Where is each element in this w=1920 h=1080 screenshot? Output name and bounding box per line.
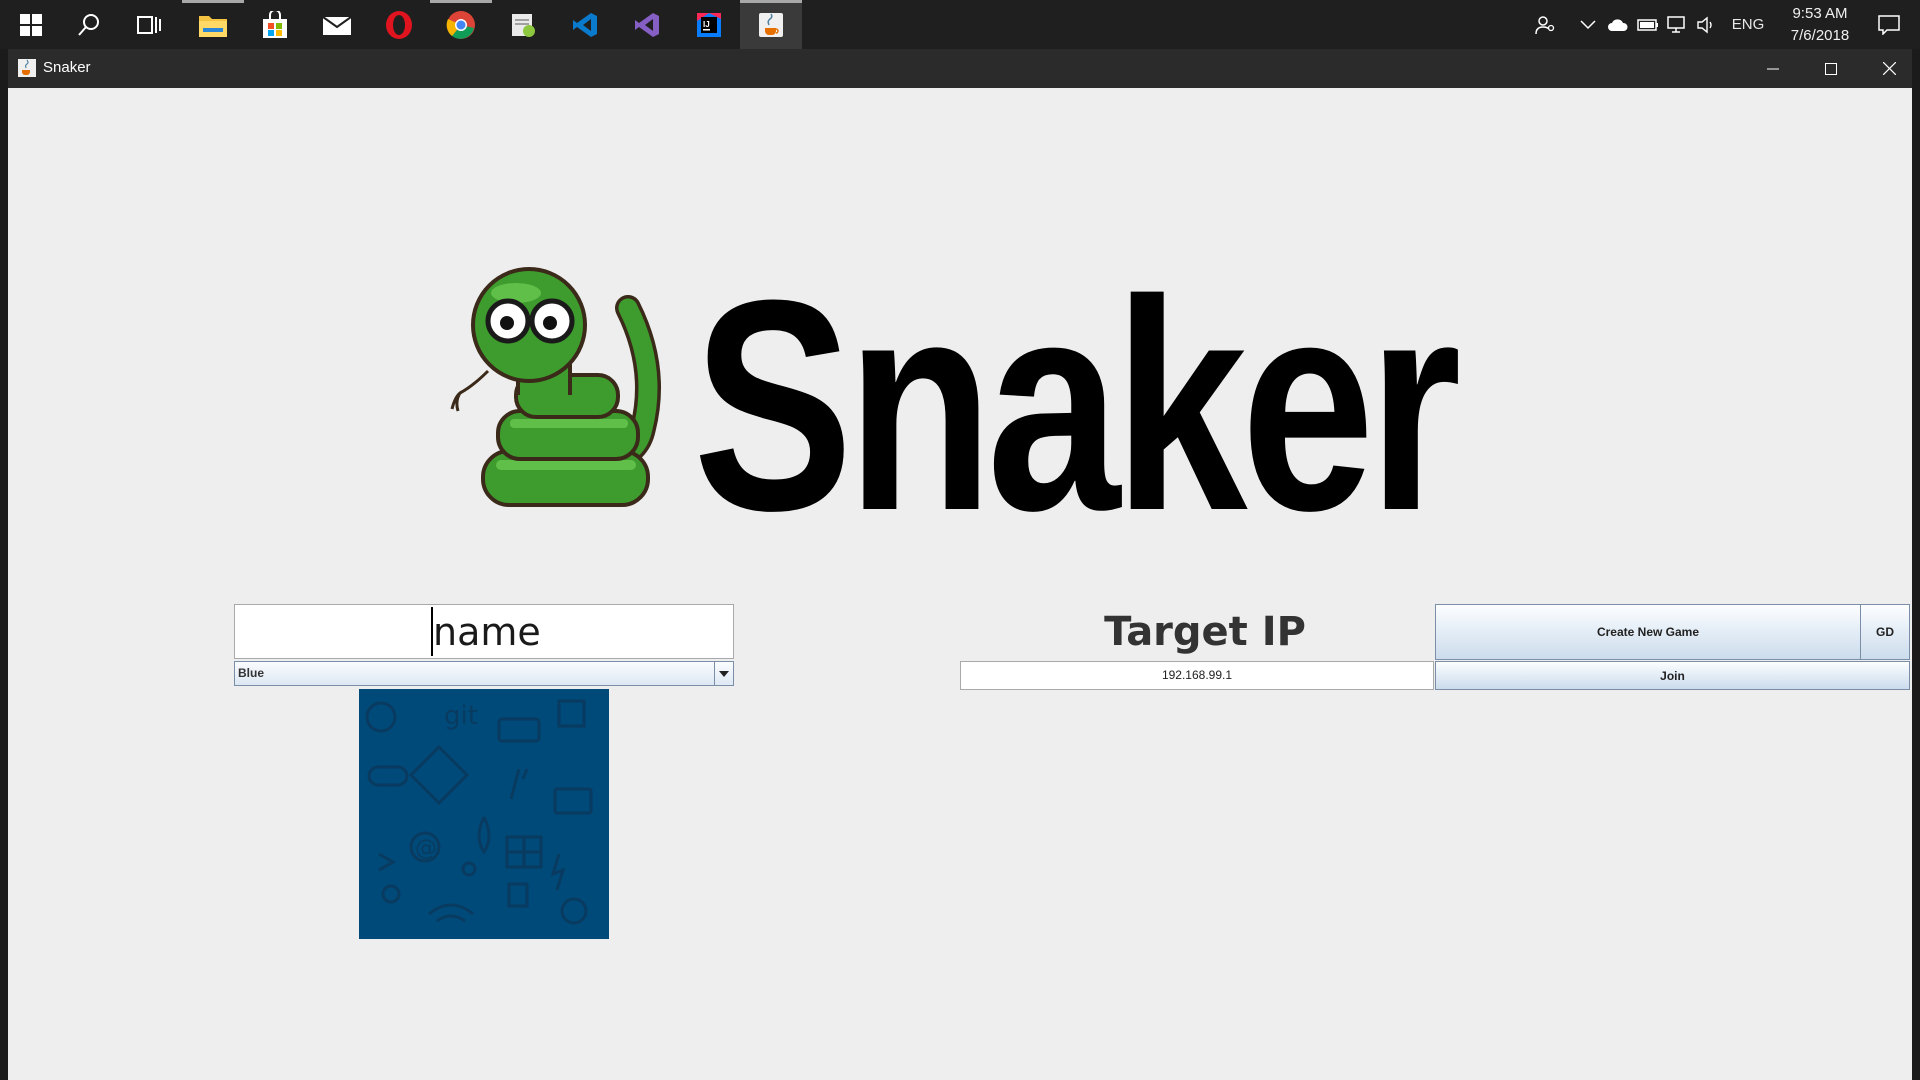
- close-button[interactable]: [1860, 49, 1918, 88]
- chevron-up-icon: [1580, 19, 1596, 29]
- file-explorer-app[interactable]: [182, 0, 244, 49]
- create-new-game-button[interactable]: Create New Game: [1435, 604, 1861, 660]
- dropdown-arrow-button[interactable]: [714, 662, 733, 685]
- task-view-icon: [137, 15, 161, 34]
- svg-text:git: git: [444, 701, 478, 731]
- chrome-app[interactable]: [430, 0, 492, 49]
- mail-icon: [322, 15, 352, 35]
- java-icon: [18, 59, 36, 77]
- action-center-button[interactable]: [1866, 0, 1912, 49]
- notification-icon: [1878, 14, 1900, 35]
- minimize-icon: [1767, 68, 1779, 69]
- java-app[interactable]: [740, 0, 802, 49]
- search-button[interactable]: [58, 0, 120, 49]
- snaker-window: Snaker Snaker name Blue git @ Target IP …: [8, 49, 1912, 1080]
- close-icon: [1882, 62, 1896, 75]
- chrome-icon: [446, 10, 475, 39]
- visual-studio-icon: [635, 12, 659, 37]
- tech-pattern-image: git @: [365, 699, 593, 925]
- windows-icon: [20, 13, 42, 36]
- network-icon: [1667, 15, 1685, 33]
- people-button[interactable]: [1530, 0, 1560, 49]
- people-icon: [1535, 15, 1555, 34]
- background-window-edge: [0, 49, 8, 1080]
- intellij-icon: IJ: [697, 12, 721, 37]
- minimize-button[interactable]: [1744, 49, 1802, 88]
- snake-color-select[interactable]: Blue: [234, 661, 734, 686]
- speaker-icon: [1697, 16, 1712, 33]
- notepad-plus-icon: [512, 13, 535, 37]
- snake-skin-preview: git @: [359, 689, 609, 939]
- notepad-plus-app[interactable]: [492, 0, 554, 49]
- language-text: ENG: [1731, 16, 1765, 33]
- window-title: Snaker: [43, 59, 91, 76]
- volume-tray[interactable]: [1694, 0, 1718, 49]
- task-view-button[interactable]: [118, 0, 180, 49]
- player-name-input[interactable]: name: [234, 604, 734, 659]
- vscode-app[interactable]: [554, 0, 616, 49]
- network-tray[interactable]: [1666, 0, 1690, 49]
- window-content: Snaker name Blue git @ Target IP 192.168…: [8, 88, 1912, 1080]
- snake-logo-icon: [450, 267, 661, 507]
- java-icon: [759, 12, 783, 37]
- maximize-icon: [1825, 62, 1837, 75]
- visual-studio-app[interactable]: [616, 0, 678, 49]
- gd-button[interactable]: GD: [1860, 604, 1910, 660]
- app-logo-text: Snaker: [693, 237, 1462, 573]
- cloud-icon: [1608, 18, 1628, 31]
- svg-text:@: @: [415, 836, 437, 861]
- clock-time: 9:53 AM: [1792, 5, 1848, 22]
- join-button[interactable]: Join: [1435, 661, 1910, 690]
- opera-icon: [386, 10, 412, 39]
- start-button[interactable]: [0, 0, 62, 49]
- clock[interactable]: 9:53 AM 7/6/2018: [1780, 3, 1860, 47]
- title-bar[interactable]: Snaker: [8, 49, 1912, 88]
- vscode-icon: [573, 12, 597, 37]
- svg-text:IJ: IJ: [703, 20, 710, 29]
- language-indicator[interactable]: ENG: [1728, 0, 1768, 49]
- folder-icon: [199, 15, 227, 37]
- store-app[interactable]: [244, 0, 306, 49]
- battery-icon: [1637, 18, 1658, 31]
- clock-date: 7/6/2018: [1790, 27, 1850, 44]
- taskbar: IJ ENG 9:53 AM 7/6/2018: [0, 0, 1920, 49]
- maximize-button[interactable]: [1802, 49, 1860, 88]
- target-ip-input[interactable]: 192.168.99.1: [960, 661, 1434, 690]
- onedrive-tray[interactable]: [1606, 0, 1630, 49]
- opera-app[interactable]: [368, 0, 430, 49]
- show-hidden-icons-button[interactable]: [1576, 0, 1600, 49]
- snake-color-value: Blue: [238, 666, 265, 680]
- store-icon: [263, 10, 287, 38]
- mail-app[interactable]: [306, 0, 368, 49]
- search-icon: [78, 13, 99, 36]
- target-ip-label: Target IP: [1104, 609, 1306, 655]
- battery-tray[interactable]: [1636, 0, 1660, 49]
- chevron-down-icon: [719, 670, 729, 677]
- intellij-app[interactable]: IJ: [678, 0, 740, 49]
- player-name-value: name: [433, 610, 541, 654]
